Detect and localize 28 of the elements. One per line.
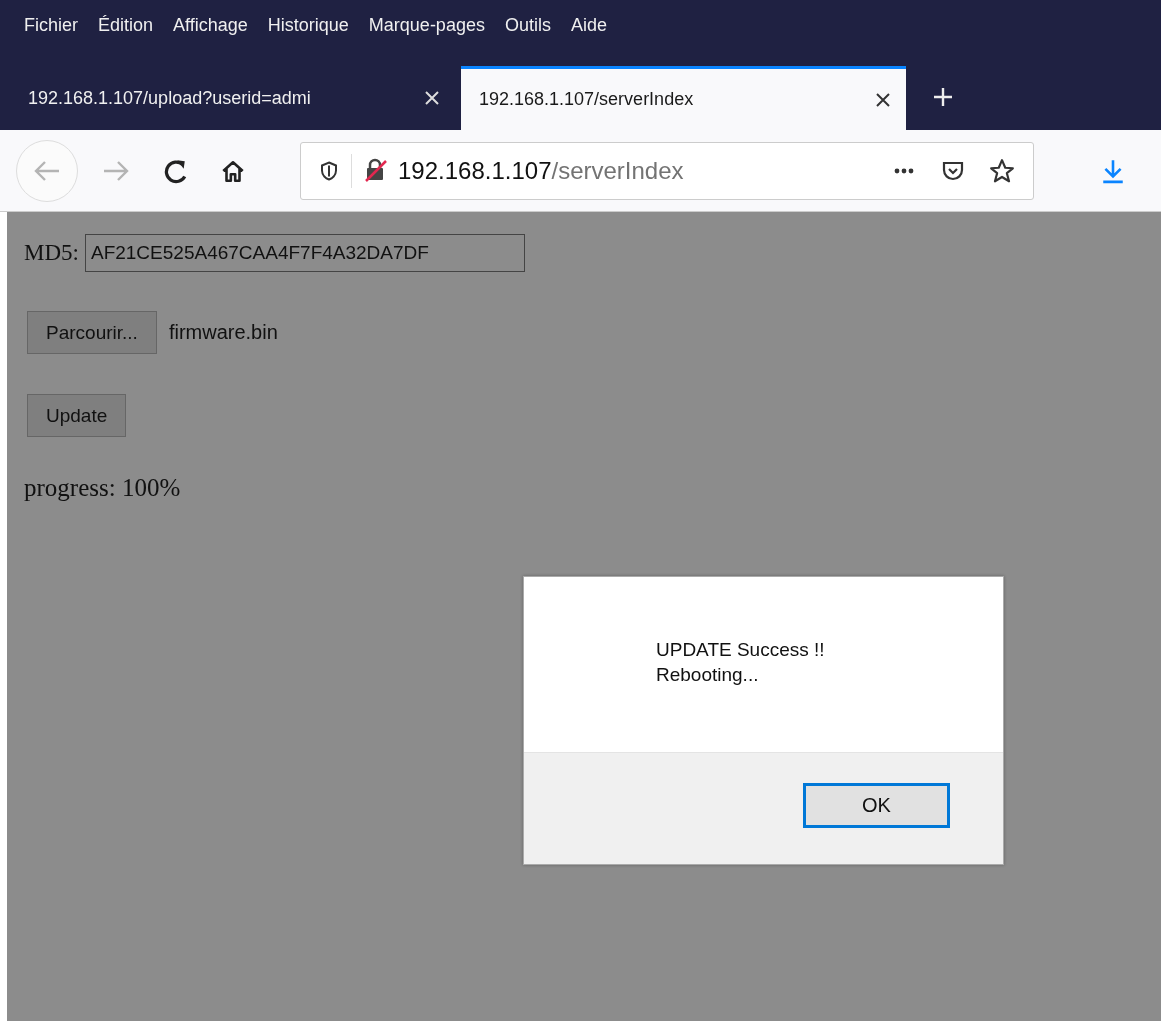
browse-button[interactable]: Parcourir... <box>27 311 157 354</box>
download-icon[interactable] <box>1100 157 1126 184</box>
menu-item[interactable]: Affichage <box>173 14 248 36</box>
shield-icon[interactable] <box>319 159 339 182</box>
menu-item[interactable]: Marque-pages <box>368 14 485 36</box>
menu-item[interactable]: Édition <box>98 14 154 36</box>
md5-field[interactable]: AF21CE525A467CAA4F7F4A32DA7DF <box>84 234 525 272</box>
new-tab-icon[interactable] <box>932 86 954 108</box>
menu-item[interactable]: Aide <box>570 14 607 36</box>
star-icon[interactable] <box>989 157 1015 184</box>
ok-button[interactable]: OK <box>803 783 950 828</box>
menu-item[interactable]: Historique <box>267 14 349 36</box>
file-name: firmware.bin <box>168 321 278 344</box>
url-host: 192.168.1.107 <box>398 156 552 185</box>
progress-text: progress: 100% <box>24 474 182 502</box>
browser-tab[interactable]: 192.168.1.107/serverIndex <box>461 66 906 130</box>
browser-tab[interactable]: 192.168.1.107/upload?userid=admi <box>10 66 455 130</box>
md5-label: MD5: <box>24 240 79 266</box>
close-icon[interactable] <box>874 90 892 109</box>
url-path: /serverIndex <box>551 156 684 185</box>
menu-item[interactable]: Fichier <box>24 14 78 36</box>
dialog-message: UPDATE Success !! Rebooting... <box>655 638 826 687</box>
insecure-lock-icon[interactable] <box>364 158 388 183</box>
reload-icon[interactable] <box>162 157 188 184</box>
menu-item[interactable]: Outils <box>504 14 551 36</box>
close-icon[interactable] <box>423 89 441 107</box>
address-bar[interactable]: 192.168.1.107/serverIndex <box>300 141 1034 200</box>
update-button[interactable]: Update <box>27 394 127 437</box>
